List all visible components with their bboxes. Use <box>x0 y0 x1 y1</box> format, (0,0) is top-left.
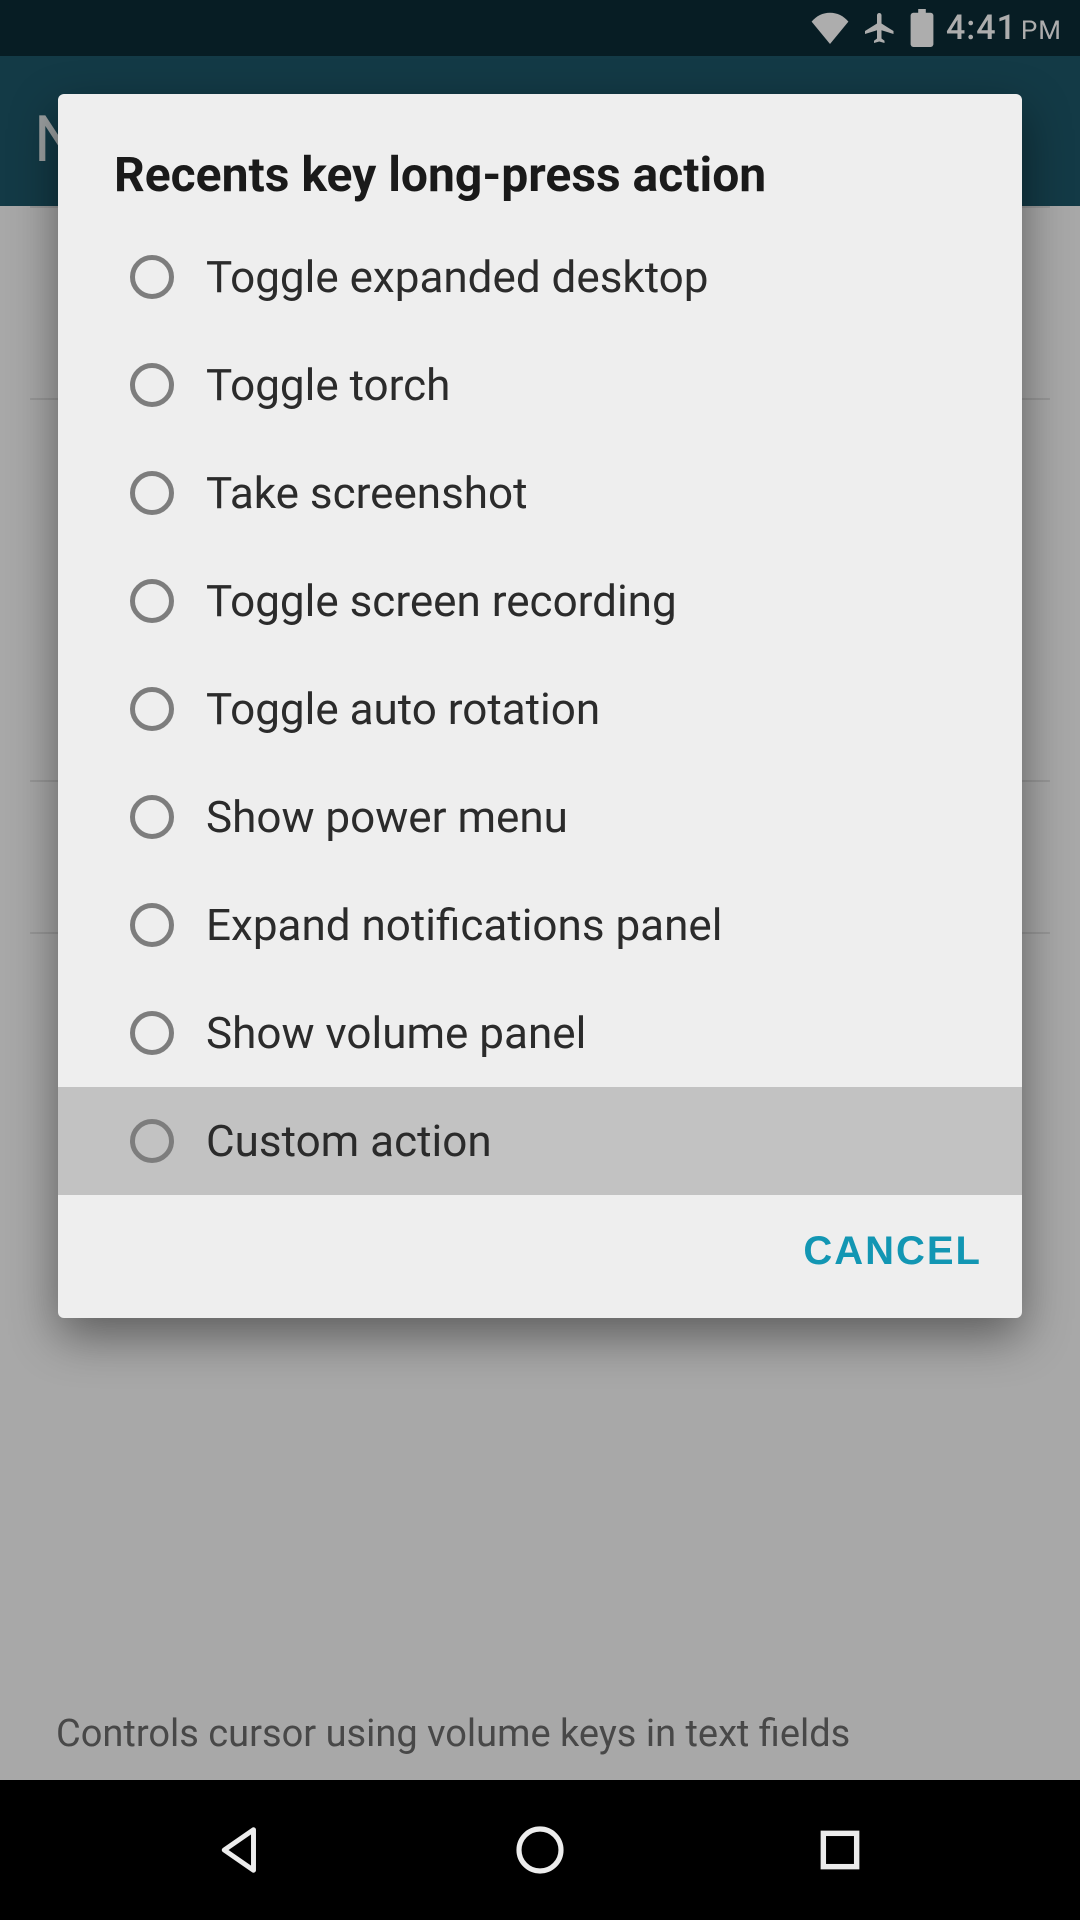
option-label: Take screenshot <box>206 469 528 517</box>
radio-icon <box>130 471 174 515</box>
radio-icon <box>130 255 174 299</box>
dialog-option[interactable]: Toggle auto rotation <box>58 655 1022 763</box>
radio-icon <box>130 363 174 407</box>
cancel-button[interactable]: CANCEL <box>803 1229 982 1274</box>
dialog-options-list: Toggle expanded desktop Toggle torch Take … <box>58 223 1022 1195</box>
dialog-title: Recents key long-press action <box>58 94 1022 223</box>
option-label: Toggle screen recording <box>206 577 677 625</box>
dialog-option[interactable]: Toggle screen recording <box>58 547 1022 655</box>
option-label: Toggle torch <box>206 361 450 409</box>
dialog-option[interactable]: Show power menu <box>58 763 1022 871</box>
dialog-option[interactable]: Toggle expanded desktop <box>58 223 1022 331</box>
radio-icon <box>130 1011 174 1055</box>
option-label: Show power menu <box>206 793 568 841</box>
radio-icon <box>130 795 174 839</box>
option-label: Custom action <box>206 1117 492 1165</box>
option-label: Expand notifications panel <box>206 901 722 949</box>
option-label: Toggle auto rotation <box>206 685 600 733</box>
dialog-recents-long-press: Recents key long-press action Toggle exp… <box>58 94 1022 1318</box>
nav-back-button[interactable] <box>180 1823 300 1877</box>
dialog-option[interactable]: Take screenshot <box>58 439 1022 547</box>
radio-icon <box>130 903 174 947</box>
option-label: Toggle expanded desktop <box>206 253 708 301</box>
nav-recents-button[interactable] <box>780 1825 900 1875</box>
radio-icon <box>130 1119 174 1163</box>
navigation-bar <box>0 1780 1080 1920</box>
option-label: Show volume panel <box>206 1009 586 1057</box>
radio-icon <box>130 687 174 731</box>
dialog-option[interactable]: Expand notifications panel <box>58 871 1022 979</box>
nav-home-button[interactable] <box>480 1822 600 1878</box>
dialog-option[interactable]: Custom action <box>58 1087 1022 1195</box>
dialog-option[interactable]: Show volume panel <box>58 979 1022 1087</box>
dialog-option[interactable]: Toggle torch <box>58 331 1022 439</box>
dialog-actions: CANCEL <box>58 1195 1022 1318</box>
radio-icon <box>130 579 174 623</box>
